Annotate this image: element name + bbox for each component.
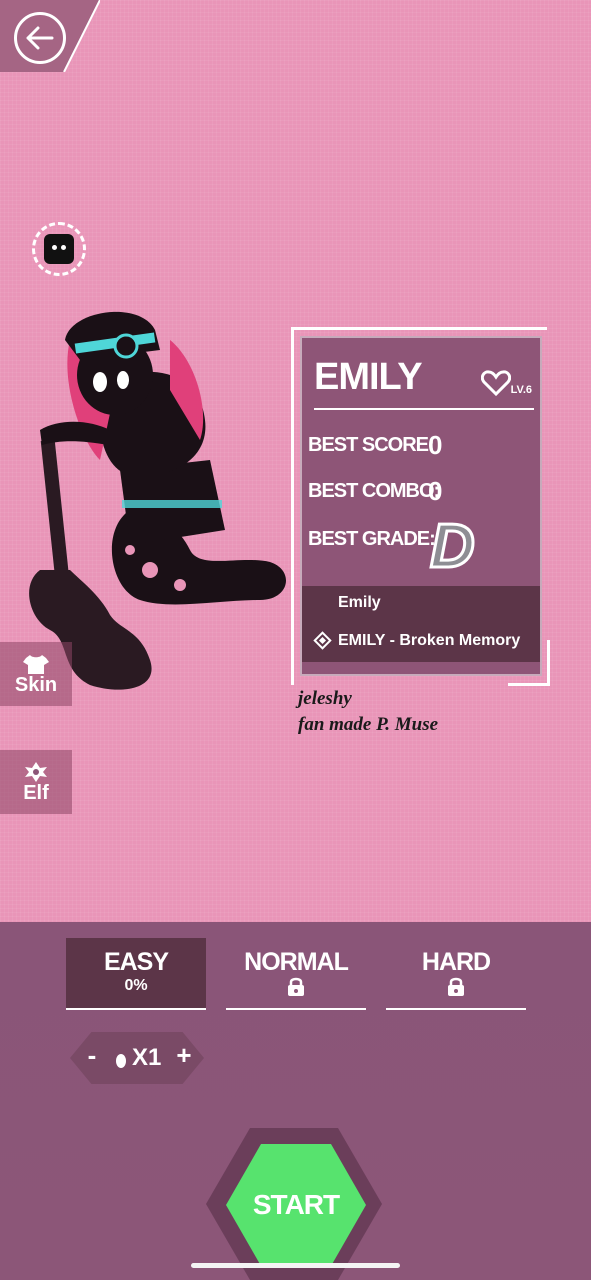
shirt-icon [23,655,49,674]
speed-increase-button[interactable]: + [172,1040,196,1071]
back-arrow-icon [26,26,54,50]
character-name: EMILY [314,356,423,398]
tab-hard-label: HARD [421,948,491,976]
elf-icon [25,762,47,782]
level-badge: LV.6 [480,370,532,396]
selected-diamond-icon [313,631,332,650]
best-grade-label: BEST GRADE: [308,528,436,550]
skin-label: Skin [14,674,58,696]
elf-label: Elf [23,782,49,804]
speed-value: X1 [132,1044,162,1071]
elf-avatar-button[interactable] [32,222,86,276]
tab-easy-progress: 0% [124,977,148,994]
speed-control: - X1 + [70,1032,204,1084]
best-combo-value: 0 [428,476,443,506]
name-underline [314,408,534,410]
best-score-value: 0 [428,430,443,460]
credit-note: fan made P. Muse [298,714,439,735]
best-score-label: BEST SCORE: [308,434,435,456]
tab-normal[interactable]: NORMAL [226,938,366,1010]
song-artist[interactable]: Emily [338,594,381,612]
tab-hard[interactable]: HARD [386,938,526,1010]
skin-button[interactable]: Skin [0,642,72,706]
song-list: Emily EMILY - Broken Memory [302,586,540,662]
home-indicator[interactable] [191,1263,400,1268]
character-info-card: EMILY LV.6 BEST SCORE: 0 BEST COMBO: 0 B… [300,336,542,676]
lock-icon [448,977,464,996]
best-combo-label: BEST COMBO: [308,480,440,502]
song-item-selected[interactable]: EMILY - Broken Memory [338,632,520,650]
info-card-frame-corner [508,640,550,686]
tab-normal-label: NORMAL [244,948,349,976]
best-grade-value: D [429,512,477,581]
tab-easy[interactable]: EASY 0% [66,938,206,1010]
start-label: START [252,1189,340,1220]
tab-easy-label: EASY [103,948,169,976]
heart-icon [480,370,511,396]
back-button[interactable] [14,12,66,64]
lock-icon [288,977,304,996]
elf-button[interactable]: Elf [0,750,72,814]
bottom-panel: EASY 0% NORMAL HARD - X1 + START [0,922,591,1280]
level-label: LV.6 [510,384,532,396]
elf-avatar-icon [44,234,74,264]
speed-note-icon [116,1054,126,1068]
speed-decrease-button[interactable]: - [80,1040,104,1071]
credit-author: jeleshy [298,688,352,709]
